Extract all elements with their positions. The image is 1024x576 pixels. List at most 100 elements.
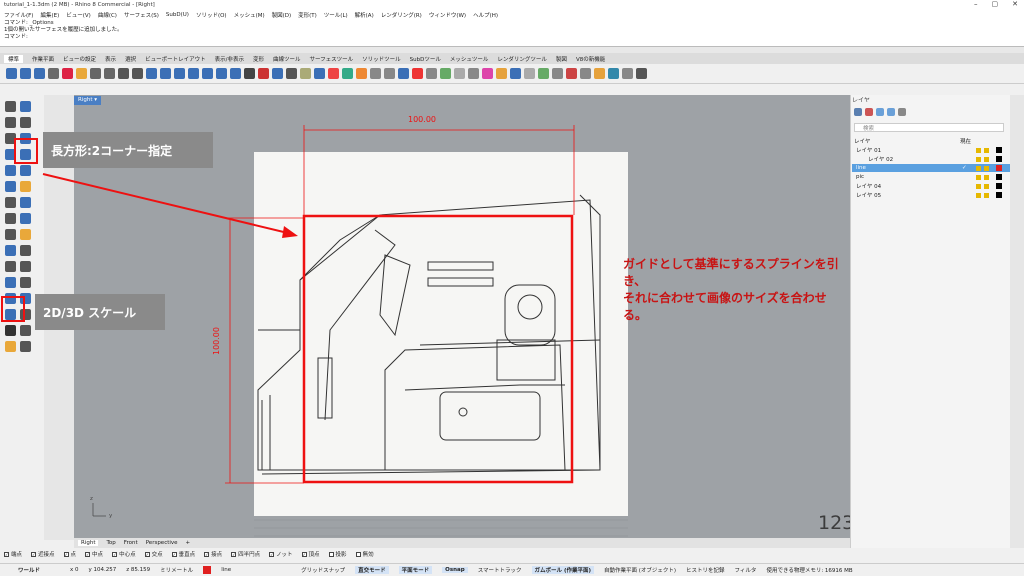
filter-toggle[interactable]: フィルタ xyxy=(735,566,757,574)
checkbox-box[interactable]: ✓ xyxy=(204,551,210,557)
layer-row[interactable]: line ✓ xyxy=(852,164,1010,172)
osnap-label: 端点 xyxy=(11,552,23,558)
osnap-checkbox[interactable]: ✓ 近接点 xyxy=(31,550,55,558)
osnap-checkbox[interactable]: ✓ 端点 xyxy=(4,550,22,558)
bulb-icon[interactable] xyxy=(976,183,981,189)
move-up-icon[interactable] xyxy=(876,108,884,116)
osnap-checkbox[interactable]: 無効 xyxy=(355,550,374,558)
panel-title: レイヤ xyxy=(852,97,870,104)
viewport-tab[interactable]: Top xyxy=(106,540,115,546)
osnap-label: 四半円点 xyxy=(238,552,261,558)
ortho-toggle[interactable]: 直交モード xyxy=(355,566,389,574)
memory-label: 使用できる物理メモリ: 16916 MB xyxy=(766,568,853,574)
cplane-label[interactable]: ワールド xyxy=(4,566,40,574)
bulb-icon[interactable] xyxy=(976,156,981,162)
axis-icon xyxy=(92,503,106,517)
layer-name: pic xyxy=(856,174,865,180)
current-layer-label[interactable]: line xyxy=(221,567,231,573)
osnap-label: 投影 xyxy=(335,552,347,558)
osnap-checkbox[interactable]: ✓ 四半円点 xyxy=(231,550,260,558)
move-down-icon[interactable] xyxy=(887,108,895,116)
osnap-checkbox[interactable]: ✓ 頂点 xyxy=(301,550,320,558)
osnap-bar: ✓ 端点 ✓ 近接点 ✓ 点 ✓ 中点 ✓ 中心点 ✓ 交点 ✓ 垂直点 ✓ 接点 ✓ 四半円点 ✓ ノット ✓ 頂点 投影… xyxy=(0,548,1024,560)
bulb-icon[interactable] xyxy=(976,192,981,198)
grid-snap-toggle[interactable]: グリッドスナップ xyxy=(301,566,345,574)
layer-color-swatch[interactable] xyxy=(203,566,212,574)
lock-icon[interactable] xyxy=(984,147,989,153)
checkbox-box[interactable]: ✓ xyxy=(171,551,177,557)
highlight-scale-tool xyxy=(1,296,25,322)
osnap-checkbox[interactable]: ✓ 中心点 xyxy=(112,550,136,558)
auto-cplane-toggle[interactable]: 自動作業平面 (オブジェクト) xyxy=(604,566,676,574)
osnap-toggle[interactable]: Osnap xyxy=(442,567,468,573)
layer-row[interactable]: レイヤ 01 xyxy=(852,146,1010,154)
layer-row[interactable]: pic xyxy=(852,173,1010,181)
checkbox-box[interactable]: ✓ xyxy=(301,551,307,557)
layer-color-swatch[interactable] xyxy=(996,147,1002,153)
guide-note-line: それに合わせて画像のサイズを合わせる。 xyxy=(623,291,827,322)
guide-note: ガイドとして基準にするスプラインを引き、 それに合わせて画像のサイズを合わせる。 xyxy=(623,256,849,324)
checkbox-box[interactable]: ✓ xyxy=(4,551,9,557)
filter-icon[interactable] xyxy=(898,108,906,116)
gumball-toggle[interactable]: ガムボール (作業平面) xyxy=(531,566,594,574)
osnap-checkbox[interactable]: ✓ 点 xyxy=(63,550,76,558)
coord-z: z 85.159 xyxy=(126,567,151,573)
delete-layer-icon[interactable] xyxy=(865,108,873,116)
checkbox-box[interactable]: ✓ xyxy=(269,551,275,557)
smarttrack-toggle[interactable]: スマートトラック xyxy=(478,566,522,574)
layer-row[interactable]: レイヤ 05 xyxy=(852,191,1010,199)
lock-icon[interactable] xyxy=(984,174,989,180)
osnap-checkbox[interactable]: ✓ 接点 xyxy=(204,550,222,558)
osnap-checkbox[interactable]: ✓ 中点 xyxy=(85,550,103,558)
layer-row[interactable]: レイヤ 02 xyxy=(852,155,1010,163)
layer-color-swatch[interactable] xyxy=(996,165,1002,171)
checkbox-box[interactable]: ✓ xyxy=(63,551,69,557)
guide-note-line: ガイドとして基準にするスプラインを引き、 xyxy=(623,257,839,288)
axis-z-label: z xyxy=(90,496,93,502)
layer-name: レイヤ 02 xyxy=(868,157,894,163)
viewport-tab[interactable]: Perspective xyxy=(146,540,178,546)
checkbox-box[interactable]: ✓ xyxy=(112,551,118,557)
osnap-label: 接点 xyxy=(211,552,223,558)
viewport-title-tab[interactable]: Right ▾ xyxy=(74,96,101,105)
lock-icon[interactable] xyxy=(984,156,989,162)
layer-color-swatch[interactable] xyxy=(996,183,1002,189)
layer-color-swatch[interactable] xyxy=(996,192,1002,198)
checkbox-box[interactable]: ✓ xyxy=(231,551,237,557)
axis-y-label: y xyxy=(109,513,113,519)
bulb-icon[interactable] xyxy=(976,147,981,153)
viewport-tab[interactable]: Right xyxy=(78,540,99,546)
layer-search-input[interactable]: 検索 xyxy=(854,123,1004,132)
layer-color-swatch[interactable] xyxy=(996,174,1002,180)
checkbox-box[interactable]: ✓ xyxy=(31,551,37,557)
checkbox-box[interactable]: ✓ xyxy=(85,551,91,557)
new-layer-icon[interactable] xyxy=(854,108,862,116)
status-bar: ワールド x 0 y 104.257 z 85.159 ミリメートル line … xyxy=(0,563,1024,576)
col-header-current: 現在 xyxy=(960,139,972,145)
lock-icon[interactable] xyxy=(984,192,989,198)
rect-tool-annotation: 長方形:2コーナー指定 xyxy=(43,132,213,168)
lock-icon[interactable] xyxy=(984,165,989,171)
checkbox-box[interactable]: ✓ xyxy=(144,551,150,557)
current-check[interactable]: ✓ xyxy=(962,165,976,171)
layer-name: line xyxy=(856,165,866,171)
add-viewport-icon[interactable]: + xyxy=(186,540,191,546)
layer-name: レイヤ 01 xyxy=(856,148,882,154)
bulb-icon[interactable] xyxy=(976,165,981,171)
osnap-checkbox[interactable]: 投影 xyxy=(328,550,347,558)
lock-icon[interactable] xyxy=(984,183,989,189)
checkbox-box[interactable] xyxy=(328,551,334,557)
viewport-tab[interactable]: Front xyxy=(124,540,138,546)
arrow-head xyxy=(282,226,298,238)
osnap-label: 近接点 xyxy=(38,552,55,558)
osnap-checkbox[interactable]: ✓ 垂直点 xyxy=(171,550,195,558)
viewport-title: Right xyxy=(78,97,93,103)
osnap-checkbox[interactable]: ✓ 交点 xyxy=(144,550,163,558)
history-toggle[interactable]: ヒストリを記録 xyxy=(686,566,725,574)
layer-row[interactable]: レイヤ 04 xyxy=(852,182,1010,190)
checkbox-box[interactable] xyxy=(355,551,361,557)
bulb-icon[interactable] xyxy=(976,174,981,180)
layer-color-swatch[interactable] xyxy=(996,156,1002,162)
planar-toggle[interactable]: 平面モード xyxy=(398,566,433,574)
osnap-checkbox[interactable]: ✓ ノット xyxy=(269,550,293,558)
